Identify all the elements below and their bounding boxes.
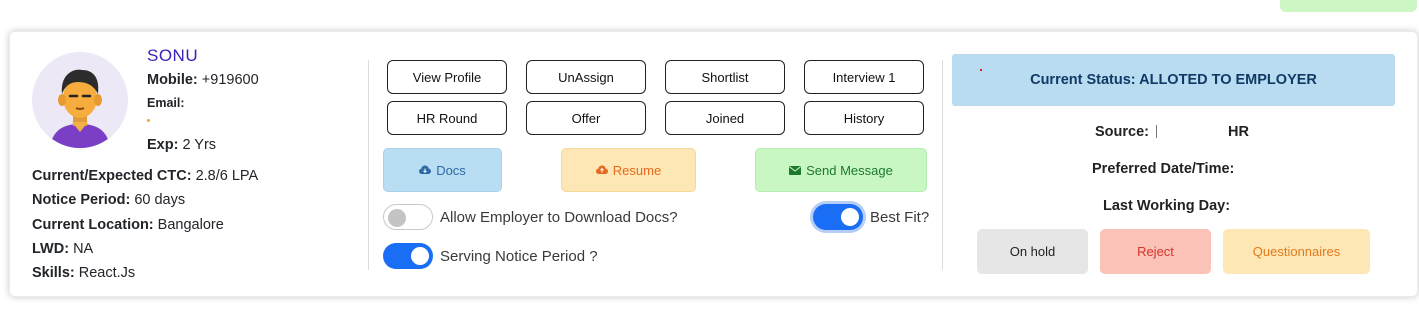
notice-value: 60 days (134, 192, 186, 208)
offer-button[interactable]: Offer (526, 101, 646, 135)
allow-docs-toggle[interactable] (383, 204, 433, 230)
interview-1-button[interactable]: Interview 1 (804, 60, 924, 94)
location-line: Current Location: Bangalore (32, 217, 224, 233)
lwd-value: NA (73, 241, 94, 257)
source-label: Source: (1095, 124, 1149, 140)
source-value: HR (1228, 124, 1249, 140)
cloud-download-icon (419, 163, 432, 178)
envelope-icon (789, 163, 802, 178)
allow-docs-label: Allow Employer to Download Docs? (440, 209, 678, 226)
shortlist-button[interactable]: Shortlist (665, 60, 785, 94)
ctc-label: Current/Expected CTC: (32, 168, 192, 184)
toggle-knob (388, 209, 406, 227)
candidate-card: SONU Mobile: +919600 Email: Exp: 2 Yrs C… (9, 31, 1418, 297)
exp-line: Exp: 2 Yrs (147, 137, 216, 153)
exp-value: 2 Yrs (182, 137, 217, 153)
last-working-day-label: Last Working Day: (1103, 198, 1231, 214)
resume-label: Resume (612, 162, 662, 178)
candidate-name[interactable]: SONU (147, 46, 198, 66)
docs-label: Docs (436, 162, 466, 178)
view-profile-button[interactable]: View Profile (387, 60, 507, 94)
send-message-label: Send Message (806, 162, 893, 178)
unassign-button[interactable]: UnAssign (526, 60, 646, 94)
cloud-upload-icon (595, 163, 608, 178)
hr-round-button[interactable]: HR Round (387, 101, 507, 135)
joined-button[interactable]: Joined (665, 101, 785, 135)
mobile-value: +919600 (201, 72, 259, 88)
divider-left (368, 60, 369, 270)
email-label: Email: (147, 96, 185, 110)
notice-line: Notice Period: 60 days (32, 192, 185, 208)
docs-button[interactable]: Docs (383, 148, 502, 192)
current-status-banner: Current Status: ALLOTED TO EMPLOYER (952, 54, 1395, 106)
send-message-button[interactable]: Send Message (755, 148, 927, 192)
location-label: Current Location: (32, 217, 154, 233)
mobile-label: Mobile: (147, 72, 198, 88)
ctc-line: Current/Expected CTC: 2.8/6 LPA (32, 168, 258, 184)
preferred-datetime-label: Preferred Date/Time: (1092, 161, 1235, 177)
lwd-label: LWD: (32, 241, 70, 257)
on-hold-button[interactable]: On hold (977, 229, 1088, 274)
toggle-knob (841, 208, 859, 226)
top-notification-chip (1280, 0, 1417, 12)
mobile-line: Mobile: +919600 (147, 72, 259, 88)
best-fit-label: Best Fit? (870, 209, 930, 226)
notice-label: Notice Period: (32, 192, 131, 208)
location-value: Bangalore (157, 217, 224, 233)
questionnaires-button[interactable]: Questionnaires (1223, 229, 1370, 274)
serving-notice-toggle[interactable] (383, 243, 433, 269)
skills-label: Skills: (32, 265, 75, 281)
skills-value: React.Js (78, 265, 136, 281)
toggle-knob (411, 247, 429, 265)
email-value-mark (147, 119, 150, 122)
status-marker (980, 69, 982, 71)
ctc-value: 2.8/6 LPA (195, 168, 259, 184)
resume-button[interactable]: Resume (561, 148, 696, 192)
serving-notice-label: Serving Notice Period ? (440, 248, 598, 265)
history-button[interactable]: History (804, 101, 924, 135)
user-avatar-icon (32, 52, 128, 148)
reject-button[interactable]: Reject (1100, 229, 1211, 274)
skills-line: Skills: React.Js (32, 265, 135, 281)
exp-label: Exp: (147, 137, 179, 153)
lwd-line: LWD: NA (32, 241, 93, 257)
source-text-cursor (1156, 125, 1157, 138)
divider-right (942, 60, 943, 270)
best-fit-toggle[interactable] (813, 204, 863, 230)
